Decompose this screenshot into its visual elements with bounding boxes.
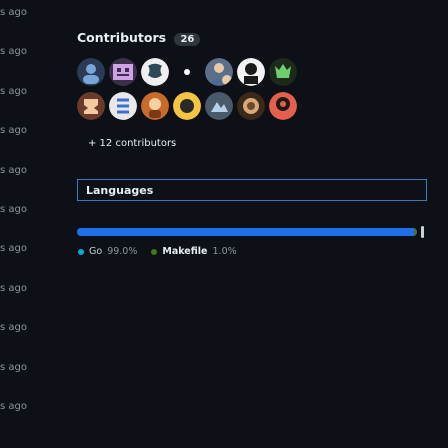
contributors-count-badge: 26 [174,33,201,46]
time-ago: s ago [0,165,27,176]
languages-heading: Languages [86,183,154,197]
language-segment [77,228,414,236]
time-ago: s ago [0,243,27,254]
languages-heading-box[interactable]: Languages [77,179,427,201]
time-ago: s ago [0,125,27,136]
time-ago: s ago [0,7,27,18]
language-name: Makefile [162,246,208,257]
time-ago: s ago [0,322,27,333]
time-ago: s ago [0,46,27,57]
avatar[interactable] [237,58,265,86]
language-bar [77,228,417,236]
avatar-row [77,92,317,120]
language-segment [413,228,417,236]
avatar[interactable] [269,58,297,86]
more-contributors-link[interactable]: + 12 contributors [88,138,176,149]
avatar[interactable] [173,92,201,120]
language-item-go[interactable]: Go 99.0% [78,246,137,257]
contributors-heading[interactable]: Contributors 26 [77,30,201,46]
time-ago: s ago [0,86,27,97]
avatar[interactable] [269,92,297,120]
scroll-thumb[interactable] [421,226,424,238]
language-name: Go [89,246,103,257]
time-ago: s ago [0,204,27,215]
time-ago: s ago [0,401,27,412]
avatar[interactable] [141,92,169,120]
avatar[interactable] [109,92,137,120]
time-ago: s ago [0,283,27,294]
avatar[interactable] [77,58,105,86]
language-percent: 1.0% [212,246,237,257]
contributors-avatar-grid [77,58,317,126]
language-dot-icon [151,248,158,255]
language-percent: 99.0% [107,246,138,257]
language-item-makefile[interactable]: Makefile 1.0% [151,246,237,257]
avatar[interactable] [173,58,201,86]
avatar[interactable] [205,92,233,120]
avatar-row [77,58,317,86]
contributors-heading-label: Contributors [77,30,167,45]
avatar[interactable] [109,58,137,86]
avatar[interactable] [141,58,169,86]
avatar[interactable] [237,92,265,120]
avatar[interactable] [77,92,105,120]
time-ago: s ago [0,362,27,373]
language-legend: Go 99.0% Makefile 1.0% [78,246,237,257]
language-dot-icon [78,248,84,255]
avatar[interactable] [205,58,233,86]
